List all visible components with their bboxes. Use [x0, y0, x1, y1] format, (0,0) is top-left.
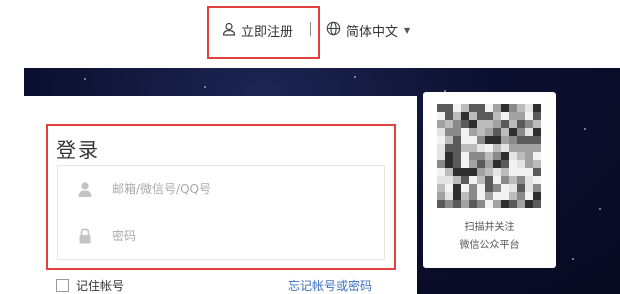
qr-caption-line2: 微信公众平台 [459, 240, 520, 251]
lock-icon [66, 227, 104, 244]
header-divider [310, 22, 311, 36]
remember-label: 记住帐号 [76, 279, 125, 293]
username-field[interactable] [57, 165, 385, 213]
language-label: 简体中文 [346, 24, 399, 40]
globe-icon [326, 21, 341, 40]
star-decoration [584, 128, 586, 130]
language-selector[interactable]: 简体中文 ▼ [326, 21, 411, 40]
star-decoration [84, 78, 86, 80]
star-decoration [204, 86, 206, 88]
password-input[interactable] [112, 228, 352, 243]
star-decoration [572, 258, 574, 260]
username-input[interactable] [112, 182, 352, 196]
qr-caption-line1: 扫描并关注 [464, 222, 515, 233]
caret-down-icon: ▼ [404, 25, 411, 35]
password-field[interactable] [57, 212, 385, 260]
register-label: 立即注册 [241, 24, 294, 40]
star-decoration [354, 76, 356, 78]
register-link[interactable]: 立即注册 [222, 21, 294, 40]
remember-account-checkbox[interactable]: 记住帐号 [56, 277, 124, 294]
checkbox-box[interactable] [56, 279, 69, 292]
star-decoration [599, 208, 601, 210]
forgot-password-link[interactable]: 忘记帐号或密码 [288, 277, 372, 294]
user-icon [66, 181, 104, 197]
user-outline-icon [222, 21, 236, 40]
qr-code [437, 104, 541, 208]
login-title: 登录 [56, 138, 100, 162]
